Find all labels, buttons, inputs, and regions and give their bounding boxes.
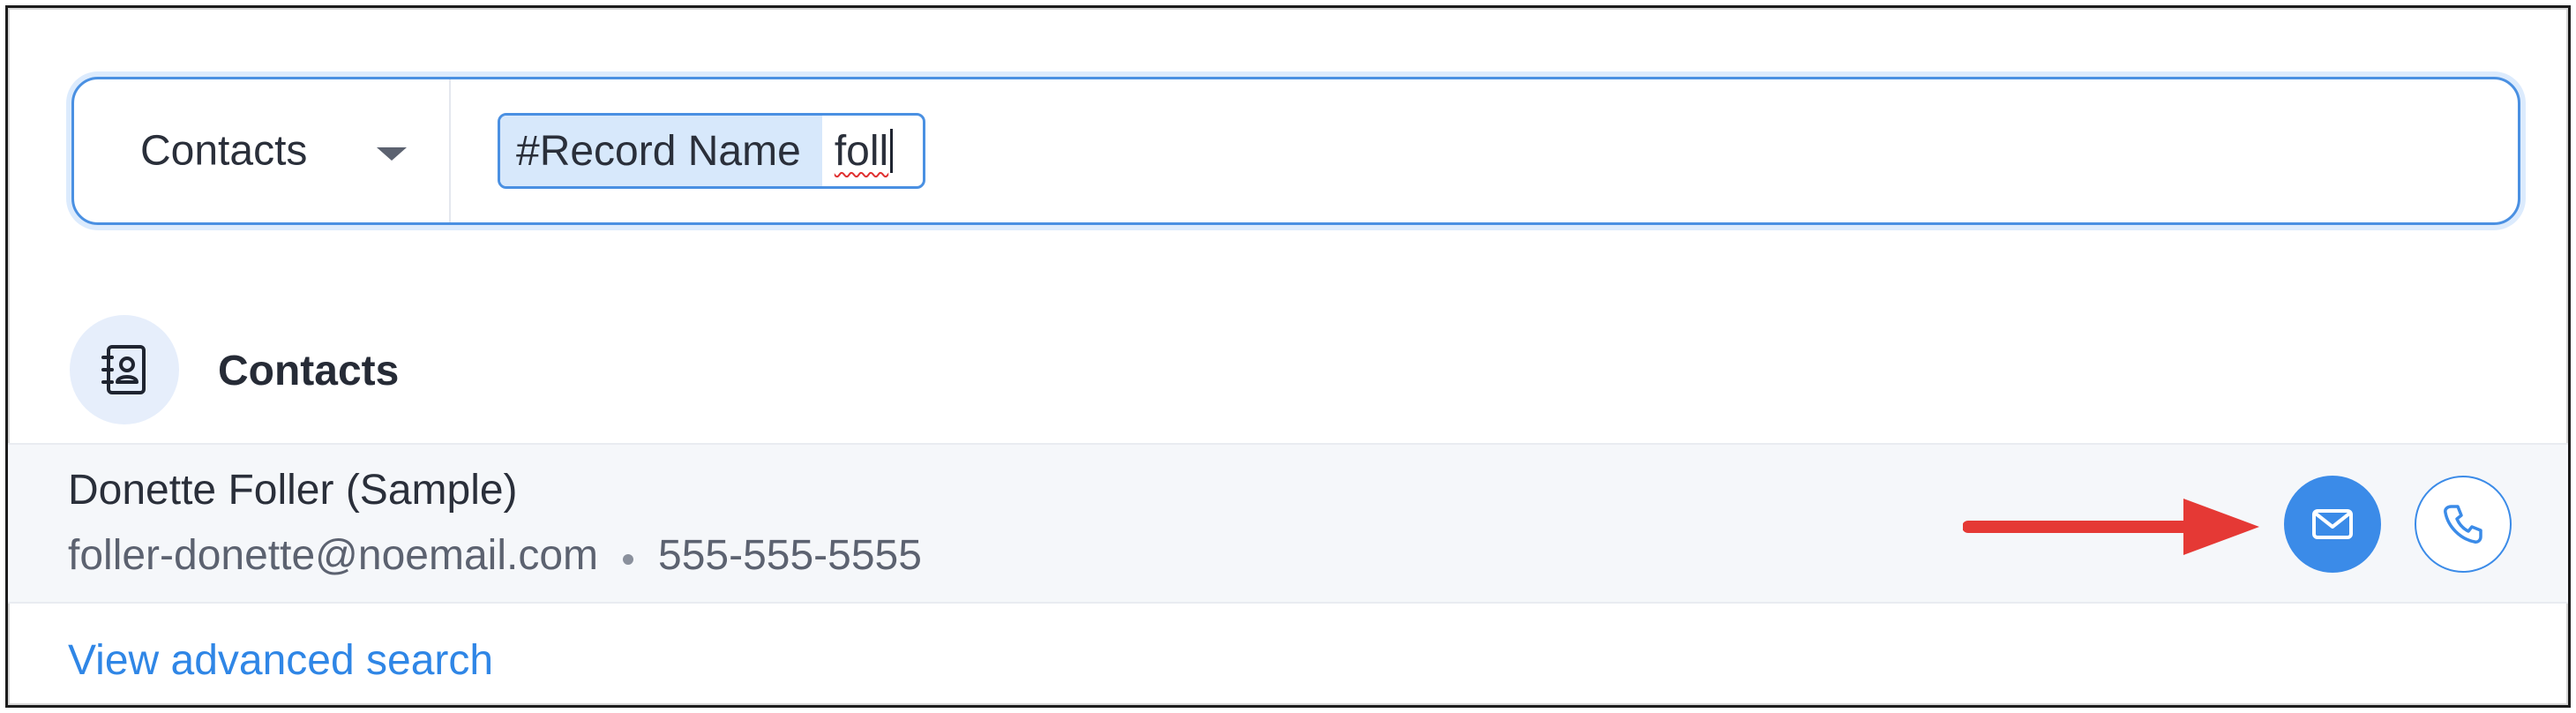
search-panel: Contacts #Record Name foll Contacts Done…	[5, 5, 2571, 708]
separator-dot	[623, 553, 634, 565]
section-title: Contacts	[218, 348, 400, 394]
search-input-text: foll	[834, 127, 889, 175]
email-icon	[2312, 509, 2353, 539]
contact-phone: 555-555-5555	[658, 532, 922, 579]
phone-icon	[2444, 505, 2482, 544]
annotation-arrow	[1963, 499, 2259, 555]
contact-meta: foller-donette@noemail.com 555-555-5555	[68, 531, 922, 580]
search-query-chip[interactable]: #Record Name foll	[498, 113, 926, 189]
caret-down-icon	[377, 147, 407, 161]
send-email-button[interactable]	[2284, 476, 2381, 573]
module-dropdown-label: Contacts	[140, 127, 308, 175]
search-input[interactable]: foll	[822, 116, 923, 186]
view-advanced-search-link[interactable]: View advanced search	[68, 636, 493, 685]
contact-email: foller-donette@noemail.com	[68, 532, 599, 579]
text-cursor	[890, 129, 894, 173]
module-dropdown[interactable]: Contacts	[74, 79, 451, 222]
call-button[interactable]	[2415, 476, 2512, 573]
chip-field-name: #Record Name	[500, 116, 822, 186]
contact-name[interactable]: Donette Foller (Sample)	[68, 466, 518, 514]
contact-book-icon	[70, 315, 179, 424]
global-search-bar: Contacts #Record Name foll	[71, 77, 2520, 225]
